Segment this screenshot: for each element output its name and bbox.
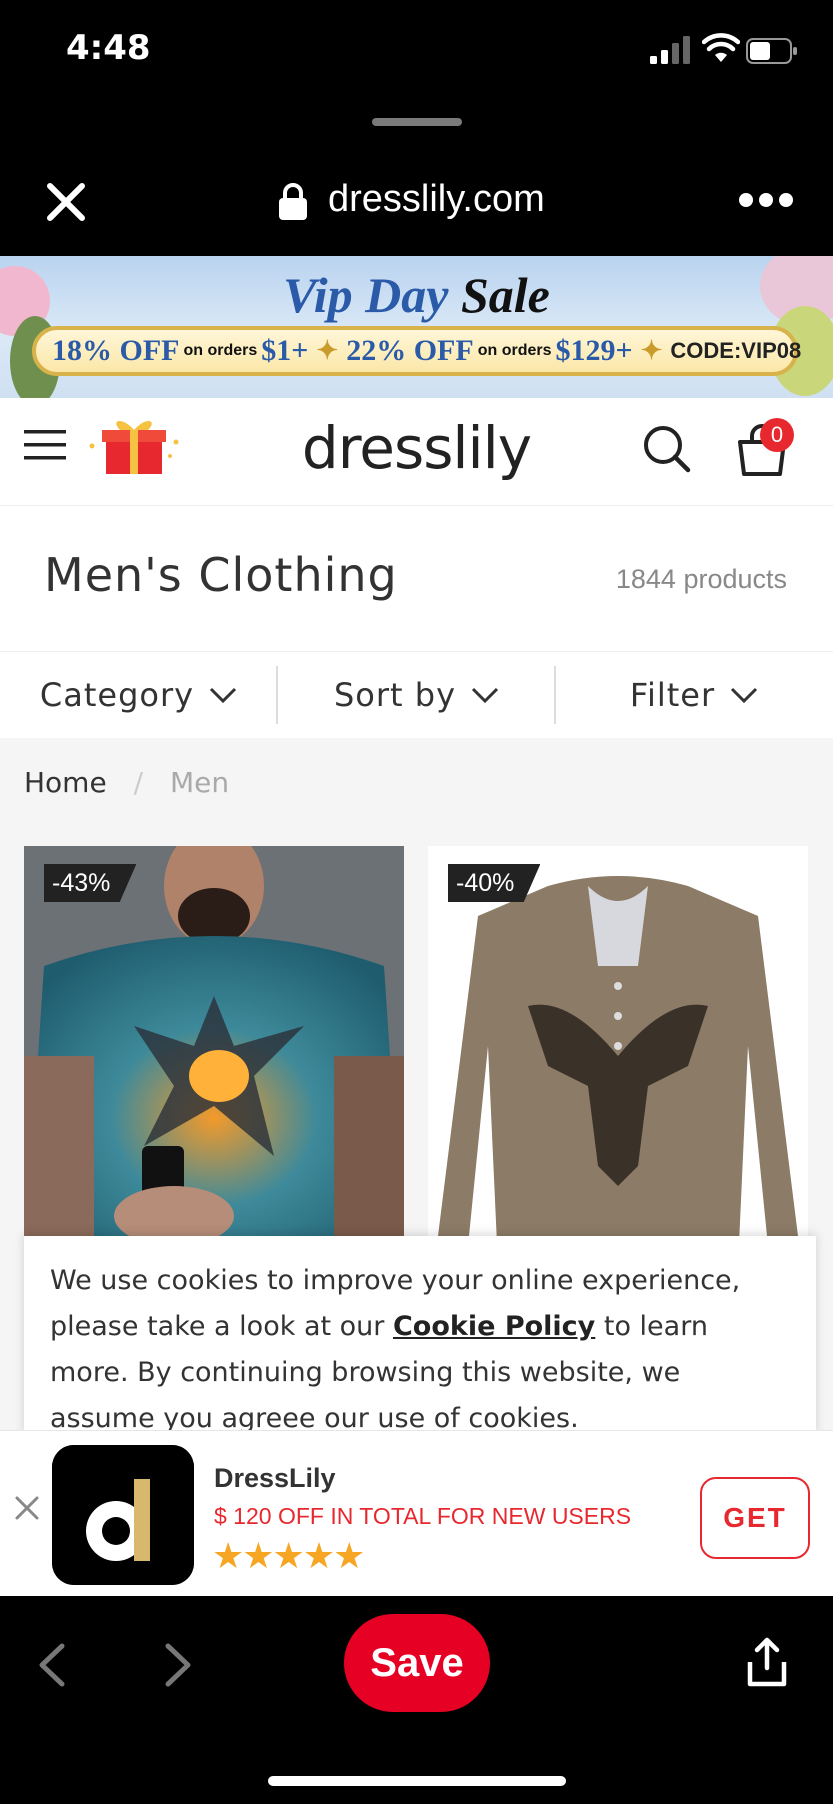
browser-bar: dresslily.com	[0, 140, 833, 256]
wifi-icon	[702, 33, 740, 62]
sort-label: Sort by	[333, 676, 456, 714]
product-count: 1844 products	[615, 564, 787, 594]
listing-header: Men's Clothing 1844 products	[0, 506, 833, 652]
offer1-percent: 18% OFF	[52, 334, 180, 367]
banner-title-sale: Sale	[460, 267, 550, 323]
lock-icon	[279, 183, 307, 220]
star-icon: ✦	[640, 336, 663, 365]
close-icon[interactable]	[12, 1493, 42, 1523]
banner-title: Vip Day Sale	[0, 266, 833, 324]
offer2-condition: on orders	[477, 342, 552, 359]
app-promo: $ 120 OFF IN TOTAL FOR NEW USERS	[214, 1503, 632, 1529]
app-logo-image	[52, 1445, 194, 1585]
star-icon: ✦	[316, 336, 339, 365]
battery-icon	[746, 38, 797, 64]
breadcrumb-separator: /	[133, 766, 144, 799]
cookie-notice: We use cookies to improve your online ex…	[24, 1236, 816, 1436]
status-bar: 4:48	[0, 0, 833, 100]
chevron-down-icon	[210, 687, 237, 704]
chevron-down-icon	[471, 687, 499, 704]
filter-label: Filter	[629, 676, 716, 714]
site-logo[interactable]: dresslily	[0, 414, 833, 482]
banner-offers: 18% OFF on orders $1+ ✦ 22% OFF on order…	[32, 326, 802, 376]
status-time: 4:48	[66, 28, 151, 68]
home-indicator[interactable]	[268, 1776, 566, 1786]
close-icon[interactable]	[44, 180, 88, 224]
search-icon[interactable]	[642, 424, 692, 474]
offer1-condition: on orders	[183, 342, 258, 359]
product-card[interactable]: -40%	[428, 846, 808, 1266]
cookie-policy-link[interactable]: Cookie Policy	[393, 1311, 595, 1342]
app-icon	[52, 1445, 194, 1585]
chevron-down-icon	[731, 687, 758, 704]
save-button[interactable]: Save	[344, 1614, 490, 1712]
product-image	[24, 846, 404, 1266]
category-dropdown[interactable]: Category	[0, 652, 278, 738]
get-app-button[interactable]: GET	[700, 1477, 810, 1559]
filter-bar: Category Sort by Filter	[0, 652, 833, 738]
offer1-amount: $1+	[261, 334, 309, 367]
promo-banner[interactable]: Vip Day Sale 18% OFF on orders $1+ ✦ 22%…	[0, 256, 833, 398]
breadcrumb-current: Men	[169, 766, 230, 799]
share-icon[interactable]	[744, 1636, 790, 1688]
breadcrumb: Home / Men	[24, 766, 229, 799]
web-page: Vip Day Sale 18% OFF on orders $1+ ✦ 22%…	[0, 256, 833, 1596]
sort-dropdown[interactable]: Sort by	[278, 652, 556, 738]
bottom-toolbar: Save	[0, 1596, 833, 1804]
rating-stars: ★★★★★	[212, 1535, 365, 1576]
promo-code: CODE:VIP08	[670, 338, 802, 363]
product-card[interactable]: -43%	[24, 846, 404, 1266]
offer2-amount: $129+	[555, 334, 633, 367]
breadcrumb-home[interactable]: Home	[24, 766, 107, 799]
offer2-percent: 22% OFF	[346, 334, 474, 367]
forward-arrow-icon[interactable]	[160, 1642, 196, 1688]
product-image	[428, 846, 808, 1266]
app-install-banner: DressLily $ 120 OFF IN TOTAL FOR NEW USE…	[0, 1430, 833, 1596]
cart-count-badge: 0	[760, 418, 794, 452]
banner-title-vip: Vip Day	[283, 267, 449, 323]
category-label: Category	[39, 676, 195, 714]
site-header: dresslily 0	[0, 398, 833, 506]
app-name: DressLily	[214, 1463, 336, 1493]
url-text[interactable]: dresslily.com	[328, 178, 545, 221]
cellular-signal-icon	[650, 36, 690, 64]
more-options-icon[interactable]	[738, 190, 794, 210]
back-arrow-icon[interactable]	[34, 1642, 70, 1688]
page-title: Men's Clothing	[44, 548, 398, 602]
sheet-grabber[interactable]	[372, 118, 462, 126]
filter-dropdown[interactable]: Filter	[556, 652, 833, 738]
